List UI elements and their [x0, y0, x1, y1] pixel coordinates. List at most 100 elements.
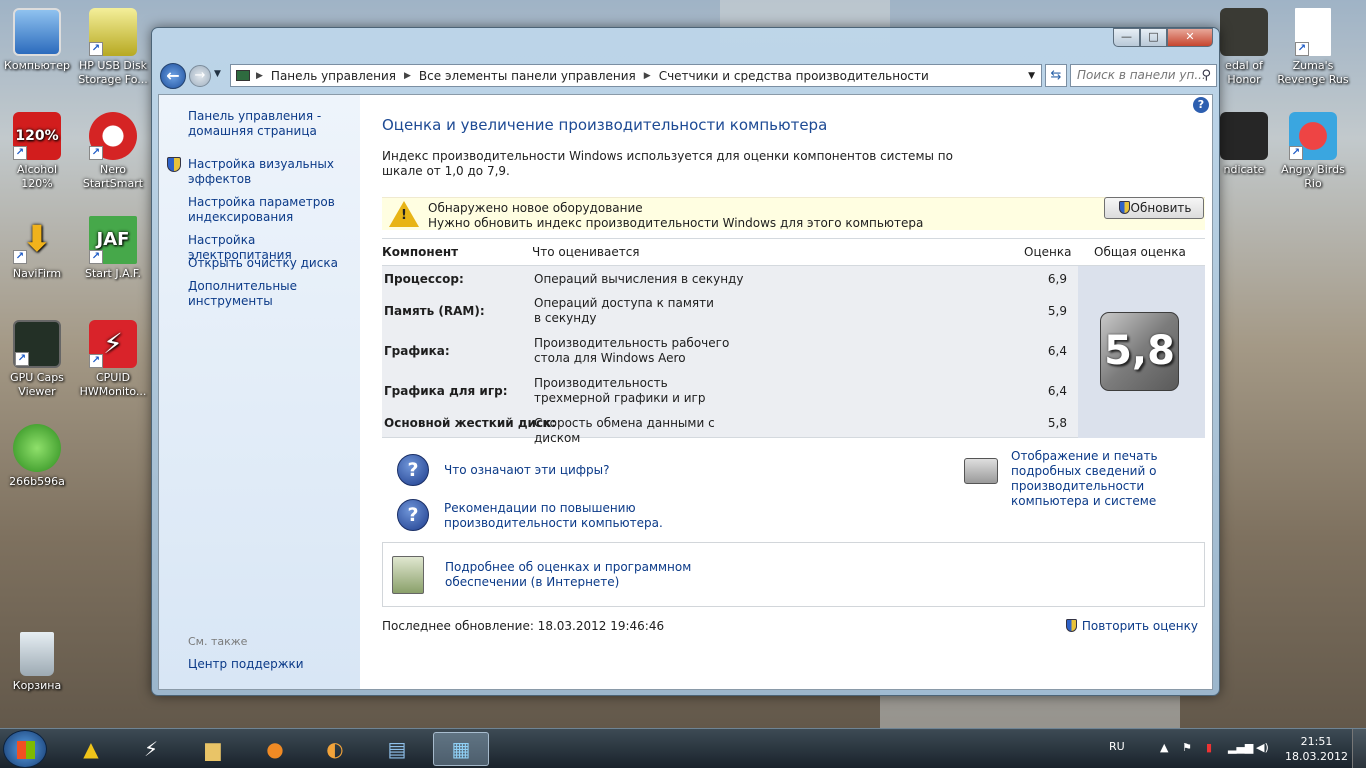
- component-score: 6,4: [1047, 384, 1067, 398]
- taskbar-app-firefox-icon[interactable]: ●: [250, 732, 300, 766]
- back-arrow-icon[interactable]: ←: [160, 63, 186, 89]
- header-score: Оценка: [1024, 245, 1072, 259]
- alcohol-icon: 120% ↗: [13, 112, 61, 160]
- desktop-icon-gpu-caps[interactable]: ↗ GPU Caps Viewer: [0, 320, 74, 399]
- desktop-icon-label: GPU Caps Viewer: [10, 371, 64, 398]
- start-button[interactable]: [3, 730, 47, 768]
- refresh-icon[interactable]: ⇆: [1045, 64, 1067, 87]
- show-hidden-icons-icon[interactable]: ▲: [1160, 741, 1168, 754]
- performance-tips-link[interactable]: Рекомендации по повышению производительн…: [444, 501, 664, 531]
- what-numbers-mean-link[interactable]: Что означают эти цифры?: [444, 463, 610, 478]
- desktop-icon-label: Корзина: [12, 679, 62, 692]
- component-score: 5,8: [1047, 416, 1067, 430]
- rerun-assessment-label: Повторить оценку: [1081, 619, 1198, 633]
- see-also-heading: См. также: [188, 635, 248, 648]
- taskbar-app-daemon-tools-icon[interactable]: ▲: [66, 732, 116, 766]
- taskbar-app-lightning-icon[interactable]: ⚡: [126, 732, 176, 766]
- advanced-tools-link[interactable]: Дополнительные инструменты: [188, 279, 358, 309]
- gpu-caps-icon: ↗: [13, 320, 61, 368]
- desktop-icon-jaf[interactable]: JAF ↗ Start J.A.F.: [76, 216, 150, 281]
- question-icon: ?: [397, 499, 429, 531]
- score-table-header: Компонент Что оценивается Оценка Общая о…: [382, 238, 1205, 266]
- address-dropdown-icon[interactable]: ▼: [1028, 71, 1035, 81]
- system-clock[interactable]: 21:51 18.03.2012: [1285, 734, 1348, 764]
- show-desktop-button[interactable]: [1352, 729, 1366, 768]
- drweb-icon: [13, 424, 61, 472]
- disk-cleanup-link[interactable]: Открыть очистку диска: [188, 256, 358, 271]
- desktop-icon-nero[interactable]: ↗ Nero StartSmart: [76, 112, 150, 191]
- desktop-icon-label: 266b596a: [9, 475, 65, 488]
- usb-disk-icon: ↗: [89, 8, 137, 56]
- online-info-link[interactable]: Подробнее об оценках и программном обесп…: [445, 560, 695, 590]
- component-score: 6,9: [1047, 272, 1067, 286]
- desktop-icon-266b596a[interactable]: 266b596a: [0, 424, 74, 489]
- desktop-icon-computer[interactable]: Компьютер: [0, 8, 74, 73]
- update-button-label: Обновить: [1130, 201, 1192, 215]
- volume-icon[interactable]: ◀): [1256, 741, 1269, 754]
- desktop-icon-label: Alcohol 120%: [16, 163, 58, 190]
- indexing-options-link[interactable]: Настройка параметров индексирования: [188, 195, 358, 225]
- desktop-icon-label: ndicate: [1223, 163, 1265, 176]
- desktop-icon-alcohol[interactable]: 120% ↗ Alcohol 120%: [0, 112, 74, 191]
- breadcrumb-all-items[interactable]: Все элементы панели управления: [419, 69, 636, 83]
- breadcrumb-separator-icon[interactable]: ▶: [404, 71, 411, 81]
- visual-effects-link[interactable]: Настройка визуальных эффектов: [188, 157, 358, 187]
- component-what: Производительность рабочего стола для Wi…: [534, 336, 730, 365]
- language-indicator[interactable]: RU: [1109, 740, 1125, 753]
- online-info-box: Подробнее об оценках и программном обесп…: [382, 542, 1205, 607]
- desktop-icon-label: Start J.A.F.: [85, 267, 141, 280]
- notice-text: Нужно обновить индекс производительности…: [428, 216, 924, 230]
- desktop-icon-label: NaviFirm: [12, 267, 62, 280]
- network-signal-icon[interactable]: ▂▄▆: [1228, 741, 1253, 754]
- update-button[interactable]: Обновить: [1104, 197, 1204, 219]
- close-button[interactable]: ✕: [1167, 28, 1213, 47]
- jaf-icon: JAF ↗: [89, 216, 137, 264]
- history-dropdown-icon[interactable]: ▼: [214, 69, 221, 79]
- desktop-icon-navifirm[interactable]: ⬇ ↗ NaviFirm: [0, 216, 74, 281]
- header-component: Компонент: [382, 245, 459, 259]
- desktop-icon-hp-usb[interactable]: ↗ HP USB Disk Storage Fo...: [76, 8, 150, 87]
- navifirm-icon: ⬇ ↗: [13, 216, 61, 264]
- uac-shield-icon: [1119, 201, 1130, 214]
- printer-icon: [964, 458, 998, 484]
- help-icon[interactable]: ?: [1193, 97, 1209, 113]
- search-icon[interactable]: ⚲: [1201, 65, 1211, 86]
- desktop-icon-syndicate[interactable]: ndicate: [1214, 112, 1274, 177]
- taskbar-app-qip-icon[interactable]: ◐: [310, 732, 360, 766]
- computer-icon: [13, 8, 61, 56]
- taskbar-app-network-icon[interactable]: ▤: [372, 732, 422, 766]
- warning-icon: !: [389, 201, 419, 227]
- desktop-icon-zuma[interactable]: ↗ Zuma's Revenge Rus: [1276, 8, 1350, 87]
- desktop-icon-label: HP USB Disk Storage Fo...: [78, 59, 148, 86]
- taskbar-app-explorer-folder-icon[interactable]: ▆: [188, 732, 238, 766]
- breadcrumb-separator-icon[interactable]: ▶: [256, 71, 263, 81]
- search-input[interactable]: Поиск в панели уп... ⚲: [1070, 64, 1217, 87]
- desktop-icon-medal-of-honor[interactable]: edal of Honor: [1214, 8, 1274, 87]
- desktop-icon-recycle-bin[interactable]: Корзина: [0, 632, 74, 693]
- breadcrumb-control-panel[interactable]: Панель управления: [271, 69, 396, 83]
- minimize-button[interactable]: —: [1113, 28, 1140, 47]
- desktop-icon-cpuid[interactable]: ⚡ ↗ CPUID HWMonito...: [76, 320, 150, 399]
- taskbar-app-control-panel-icon[interactable]: ▦: [433, 732, 489, 766]
- rerun-assessment-link[interactable]: Повторить оценку: [1065, 619, 1198, 633]
- breadcrumb-performance[interactable]: Счетчики и средства производительности: [659, 69, 929, 83]
- power-icon[interactable]: ▮: [1206, 741, 1212, 754]
- base-score-panel: 5,8: [1078, 266, 1205, 438]
- performance-window: — □ ✕ ← → ▼ ▶ Панель управления ▶ Все эл…: [151, 27, 1220, 696]
- address-bar[interactable]: ▶ Панель управления ▶ Все элементы панел…: [230, 64, 1042, 87]
- clock-time: 21:51: [1300, 735, 1333, 748]
- control-panel-home-link[interactable]: Панель управления - домашняя страница: [188, 109, 358, 139]
- last-update-text: Последнее обновление: 18.03.2012 19:46:4…: [382, 619, 665, 633]
- window-content: Панель управления - домашняя страница На…: [158, 94, 1213, 690]
- action-center-link[interactable]: Центр поддержки: [188, 657, 358, 672]
- action-center-flag-icon[interactable]: ⚑: [1182, 741, 1192, 754]
- desktop-icon-angry-birds[interactable]: ↗ Angry Birds Rio: [1276, 112, 1350, 191]
- alcohol-badge-text: 120%: [15, 128, 59, 144]
- header-what: Что оценивается: [532, 245, 640, 259]
- maximize-button[interactable]: □: [1140, 28, 1167, 47]
- breadcrumb-separator-icon[interactable]: ▶: [644, 71, 651, 81]
- notice-title: Обнаружено новое оборудование: [428, 201, 643, 215]
- forward-arrow-icon[interactable]: →: [189, 65, 211, 87]
- jaf-badge-text: JAF: [96, 229, 130, 250]
- print-details-link[interactable]: Отображение и печать подробных сведений …: [1011, 449, 1211, 509]
